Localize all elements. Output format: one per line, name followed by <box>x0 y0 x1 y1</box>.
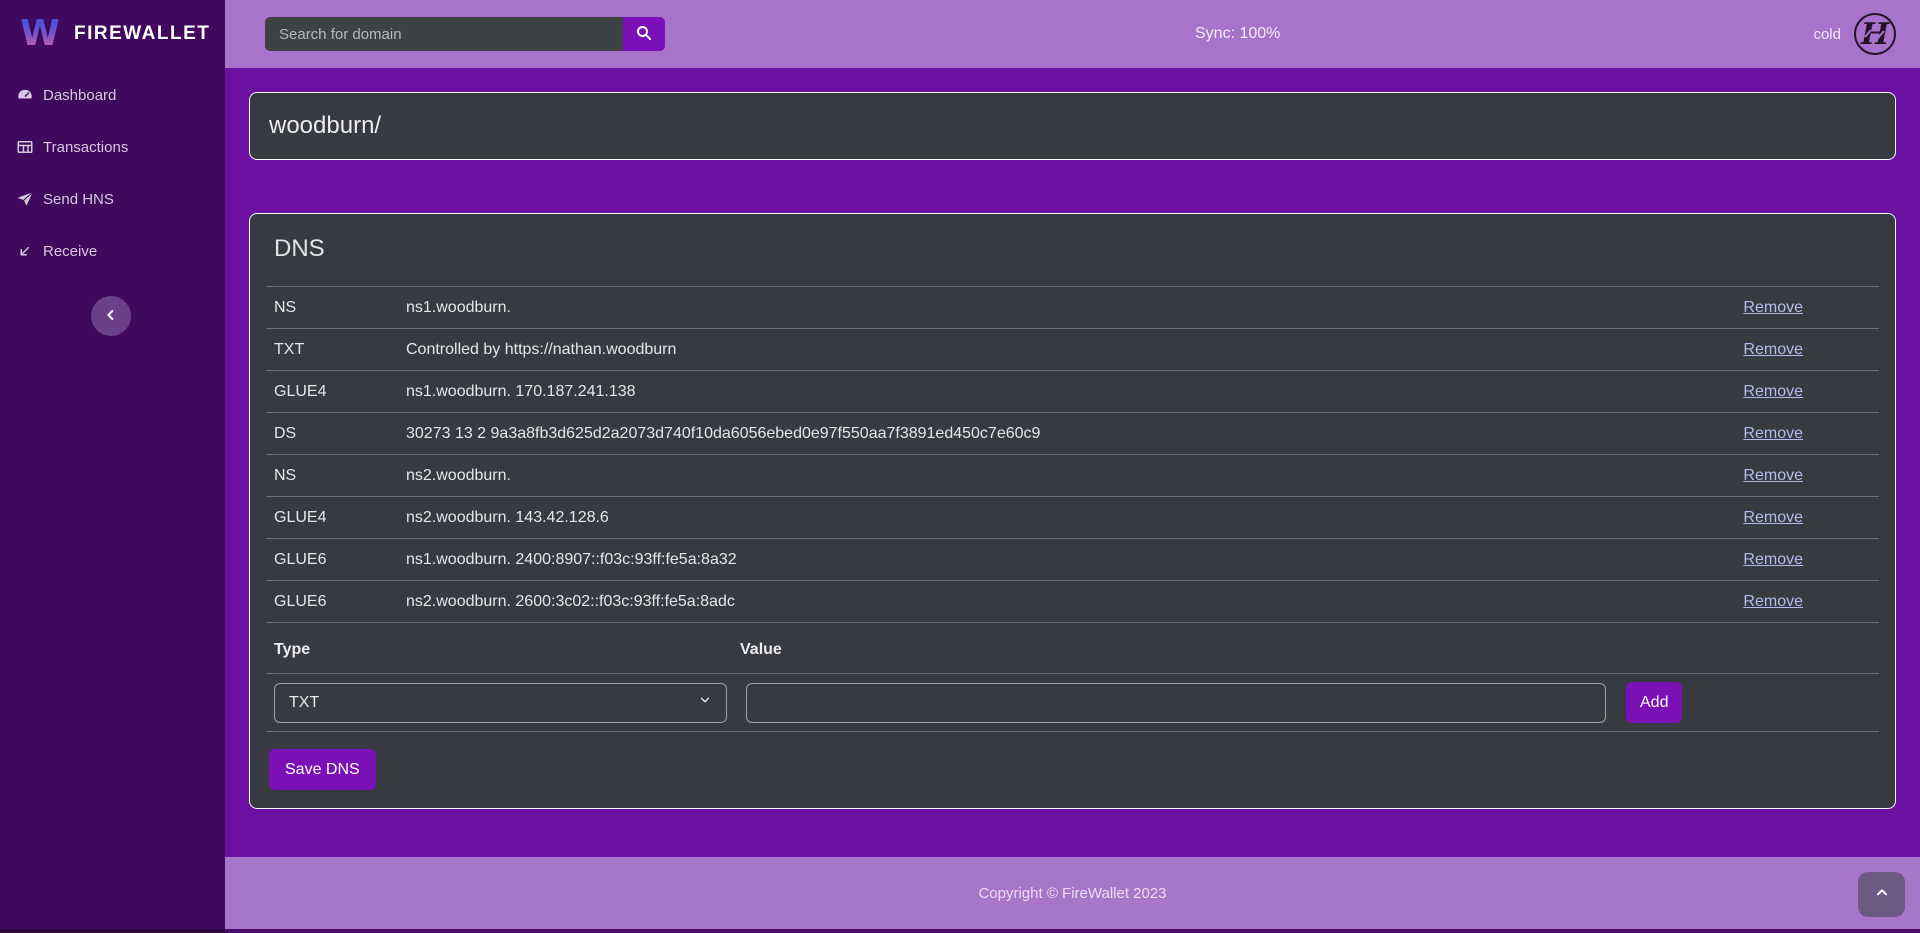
page-title: woodburn/ <box>269 112 381 140</box>
remove-link[interactable]: Remove <box>1743 299 1803 316</box>
scroll-to-top-button[interactable] <box>1858 872 1905 917</box>
type-column-header: Type <box>266 639 740 661</box>
table-row: GLUE4 ns2.woodburn. 143.42.128.6 Remove <box>266 496 1879 538</box>
record-type-select[interactable]: TXT <box>274 683 727 723</box>
table-row: NS ns1.woodburn. Remove <box>266 286 1879 328</box>
arrow-down-left-icon <box>16 242 34 260</box>
gauge-icon <box>16 86 34 104</box>
add-record-row: TXT Add <box>266 674 1879 732</box>
sidebar-collapse-button[interactable] <box>91 296 131 336</box>
value-column-header: Value <box>740 639 782 661</box>
remove-link[interactable]: Remove <box>1743 509 1803 526</box>
search-input[interactable] <box>265 17 623 51</box>
record-value: Controlled by https://nathan.woodburn <box>406 338 1721 361</box>
chevron-left-icon <box>103 307 119 326</box>
add-record-header: Type Value <box>266 623 1879 674</box>
sync-status: Sync: 100% <box>1195 0 1280 68</box>
table-row: TXT Controlled by https://nathan.woodbur… <box>266 328 1879 370</box>
copyright-text: Copyright © FireWallet 2023 <box>978 885 1166 902</box>
domain-card: woodburn/ <box>249 92 1896 160</box>
sidebar-item-receive[interactable]: Receive <box>16 241 225 261</box>
table-row: DS 30273 13 2 9a3a8fb3d625d2a2073d740f10… <box>266 412 1879 454</box>
record-value: 30273 13 2 9a3a8fb3d625d2a2073d740f10da6… <box>406 422 1721 445</box>
sidebar-nav: Dashboard Transactions Send HNS <box>0 68 225 261</box>
dns-records-table: NS ns1.woodburn. Remove TXT Controlled b… <box>266 286 1879 623</box>
handshake-logo-icon: H <box>1852 11 1898 57</box>
record-type: GLUE6 <box>274 590 406 613</box>
record-value: ns1.woodburn. 170.187.241.138 <box>406 380 1721 403</box>
svg-text:W: W <box>20 13 60 54</box>
firewallet-logo-icon: W <box>18 10 62 59</box>
record-type: NS <box>274 296 406 319</box>
record-type: TXT <box>274 338 406 361</box>
topbar: Sync: 100% cold H <box>225 0 1920 68</box>
remove-link[interactable]: Remove <box>1743 383 1803 400</box>
brand-name: FIREWALLET <box>74 23 210 45</box>
remove-link[interactable]: Remove <box>1743 551 1803 568</box>
sidebar-item-send-hns[interactable]: Send HNS <box>16 189 225 209</box>
record-type: GLUE4 <box>274 506 406 529</box>
table-row: GLUE4 ns1.woodburn. 170.187.241.138 Remo… <box>266 370 1879 412</box>
remove-link[interactable]: Remove <box>1743 425 1803 442</box>
record-type: GLUE4 <box>274 380 406 403</box>
sidebar: W FIREWALLET Dashboard <box>0 0 225 933</box>
paper-plane-icon <box>16 190 34 208</box>
dns-card-title: DNS <box>266 214 1879 286</box>
sidebar-item-label: Dashboard <box>43 87 116 104</box>
table-icon <box>16 138 34 156</box>
table-row: NS ns2.woodburn. Remove <box>266 454 1879 496</box>
record-value: ns1.woodburn. <box>406 296 1721 319</box>
chevron-up-icon <box>1874 885 1890 904</box>
window-bottom-edge <box>0 929 1920 933</box>
record-value-input[interactable] <box>746 683 1606 723</box>
svg-text:H: H <box>1860 17 1891 52</box>
sidebar-item-dashboard[interactable]: Dashboard <box>16 85 225 105</box>
sidebar-item-transactions[interactable]: Transactions <box>16 137 225 157</box>
record-value: ns1.woodburn. 2400:8907::f03c:93ff:fe5a:… <box>406 548 1721 571</box>
record-type: DS <box>274 422 406 445</box>
chevron-down-icon <box>698 693 712 712</box>
remove-link[interactable]: Remove <box>1743 593 1803 610</box>
table-row: GLUE6 ns1.woodburn. 2400:8907::f03c:93ff… <box>266 538 1879 580</box>
search-group <box>265 17 665 51</box>
brand[interactable]: W FIREWALLET <box>0 0 225 68</box>
remove-link[interactable]: Remove <box>1743 341 1803 358</box>
selected-type-label: TXT <box>289 694 319 712</box>
dns-card: DNS NS ns1.woodburn. Remove TXT Controll… <box>249 213 1896 809</box>
record-value: ns2.woodburn. 2600:3c02::f03c:93ff:fe5a:… <box>406 590 1721 613</box>
sidebar-item-label: Transactions <box>43 139 128 156</box>
search-button[interactable] <box>623 17 665 51</box>
search-icon <box>635 24 653 45</box>
main-content: woodburn/ DNS NS ns1.woodburn. Remove TX… <box>225 68 1920 809</box>
record-type: NS <box>274 464 406 487</box>
record-value: ns2.woodburn. 143.42.128.6 <box>406 506 1721 529</box>
footer: Copyright © FireWallet 2023 <box>225 857 1920 929</box>
table-row: GLUE6 ns2.woodburn. 2600:3c02::f03c:93ff… <box>266 580 1879 622</box>
wallet-mode-badge: cold <box>1813 0 1841 68</box>
add-record-button[interactable]: Add <box>1626 682 1682 723</box>
sidebar-item-label: Receive <box>43 243 97 260</box>
remove-link[interactable]: Remove <box>1743 467 1803 484</box>
save-dns-button[interactable]: Save DNS <box>269 749 376 790</box>
record-type: GLUE6 <box>274 548 406 571</box>
record-value: ns2.woodburn. <box>406 464 1721 487</box>
sidebar-item-label: Send HNS <box>43 191 114 208</box>
